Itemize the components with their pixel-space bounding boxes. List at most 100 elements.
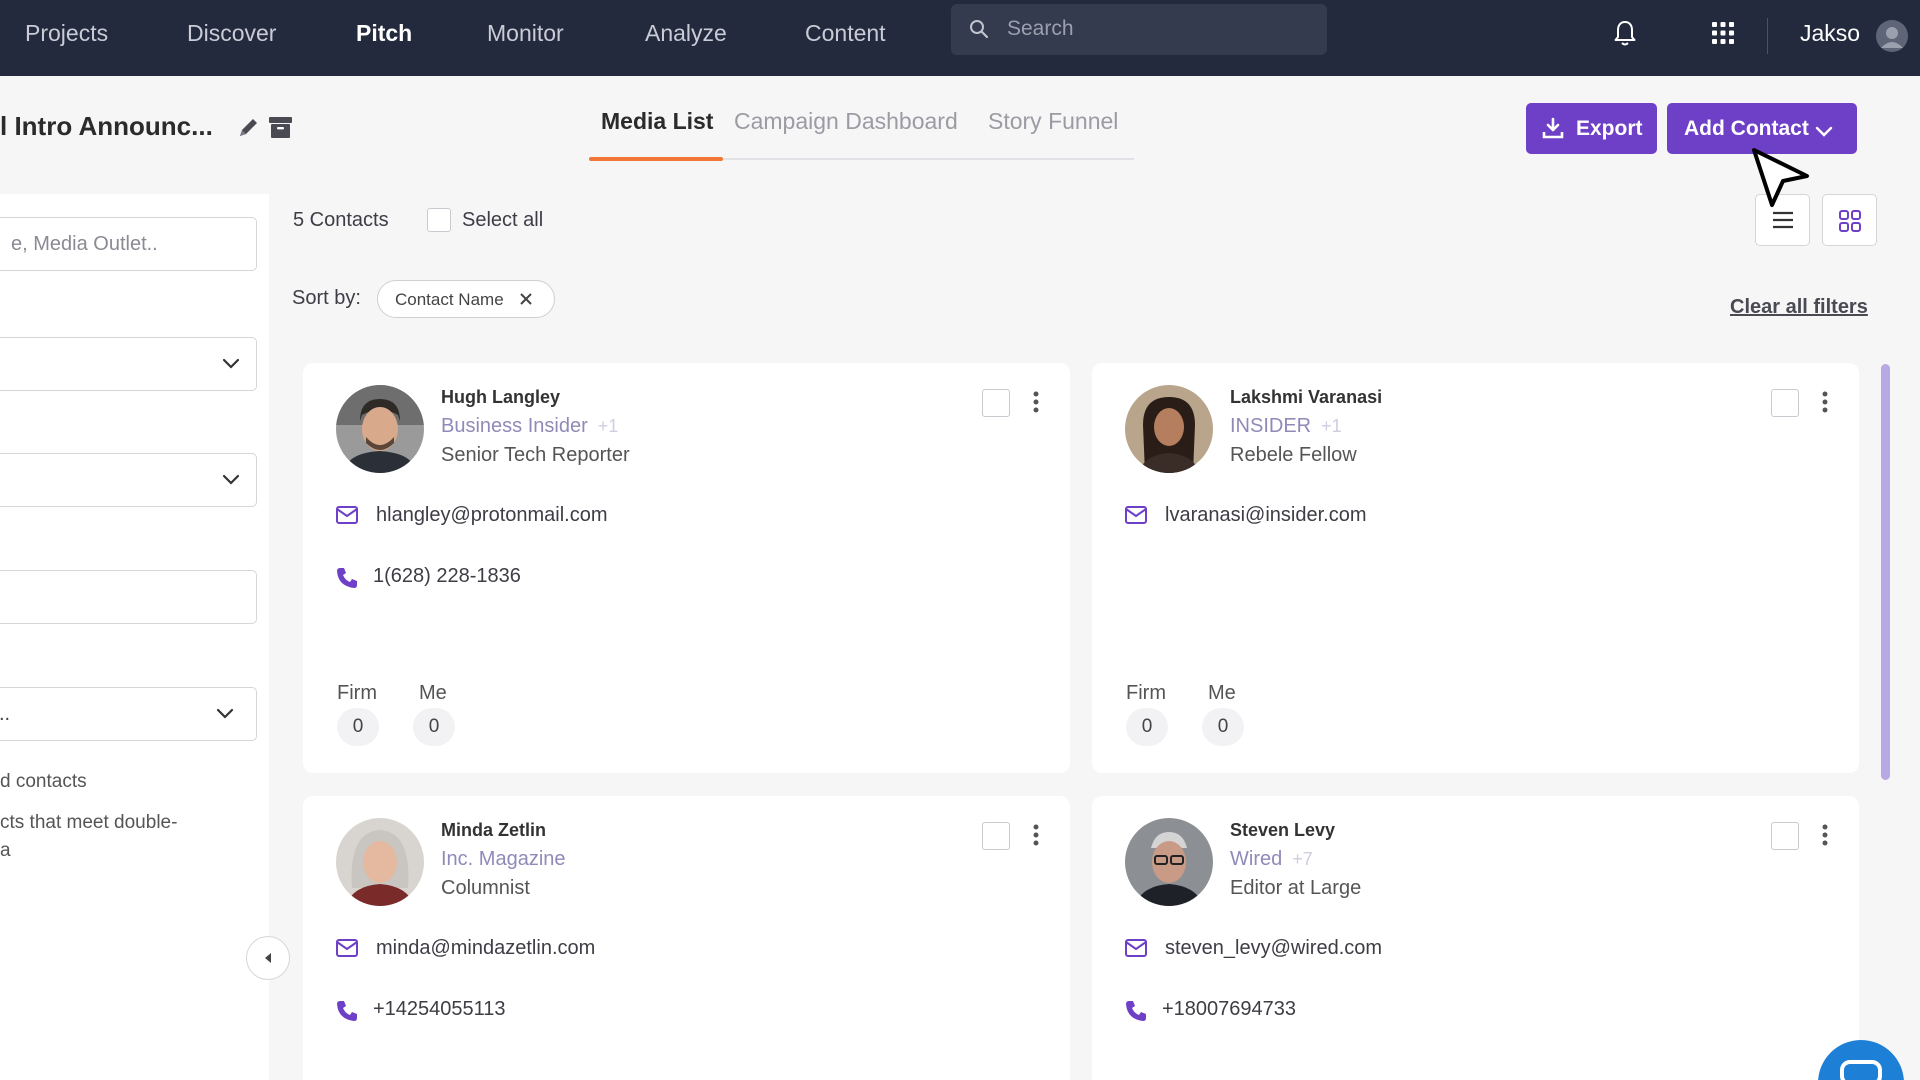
pencil-icon[interactable] [237,115,261,144]
email-icon [336,506,358,530]
me-count: 0 [413,708,455,746]
contact-email[interactable]: lvaranasi@insider.com [1165,504,1367,527]
filter-text-field[interactable] [0,570,257,624]
download-icon [1542,117,1564,145]
grid-view-button[interactable] [1822,194,1877,246]
phone-icon [1125,1000,1147,1028]
chevron-down-icon [216,707,234,725]
nav-pitch[interactable]: Pitch [356,18,412,48]
me-count: 0 [1202,708,1244,746]
filter-dropdown-1[interactable] [0,337,257,391]
more-options-icon[interactable] [1822,824,1828,851]
firm-label: Firm [337,682,377,705]
user-icon [1876,20,1908,52]
nav-analyze[interactable]: Analyze [645,18,727,48]
more-options-icon[interactable] [1033,391,1039,418]
filter-option-text: d contacts [0,771,87,793]
outlet-name: Wired [1230,848,1282,870]
nav-monitor[interactable]: Monitor [487,18,564,48]
tab-campaign-dashboard[interactable]: Campaign Dashboard [734,108,958,135]
contact-name[interactable]: Lakshmi Varanasi [1230,387,1382,408]
tab-media-list[interactable]: Media List [601,108,713,135]
outlet-extra-count: +7 [1292,849,1313,869]
contact-name[interactable]: Steven Levy [1230,820,1335,841]
firm-label: Firm [1126,682,1166,705]
contact-email[interactable]: minda@mindazetlin.com [376,937,595,960]
search-input[interactable] [1007,14,1307,44]
contact-outlet[interactable]: Inc. Magazine [441,848,566,871]
contact-card[interactable]: Steven Levy Wired +7 Editor at Large stev… [1092,796,1859,1080]
firm-count: 0 [1126,708,1168,746]
global-search[interactable] [951,4,1327,55]
contact-checkbox[interactable] [1771,822,1799,850]
contact-photo [336,818,424,906]
filter-description-line1: cts that meet double- [0,812,177,834]
email-icon [336,939,358,963]
select-all-checkbox[interactable] [427,208,451,232]
close-icon[interactable] [519,292,533,311]
filter-search-placeholder: e, Media Outlet.. [11,233,158,256]
nav-content[interactable]: Content [805,18,886,48]
filter-dropdown-2[interactable] [0,453,257,507]
nav-discover[interactable]: Discover [187,18,276,48]
filter-dropdown-3[interactable]: .. [0,687,257,741]
contact-card[interactable]: Lakshmi Varanasi INSIDER+1 Rebele Fellow… [1092,363,1859,773]
tab-story-funnel[interactable]: Story Funnel [988,108,1118,135]
contact-role: Columnist [441,877,530,900]
contact-role: Editor at Large [1230,877,1361,900]
contact-email[interactable]: hlangley@protonmail.com [376,504,608,527]
contact-photo [336,385,424,473]
contact-photo [1125,385,1213,473]
contact-outlet[interactable]: Business Insider+1 [441,415,618,438]
filter-search-field[interactable]: e, Media Outlet.. [0,217,257,271]
bell-icon[interactable] [1613,19,1637,52]
grid-view-icon [1839,210,1861,237]
top-nav: Projects Discover Pitch Monitor Analyze … [0,0,1920,76]
search-icon [969,19,989,44]
archive-icon[interactable] [269,117,292,143]
caret-left-icon [262,951,274,968]
contact-checkbox[interactable] [1771,389,1799,417]
add-contact-label: Add Contact [1684,117,1809,141]
scrollbar[interactable] [1881,364,1890,780]
campaign-title: l Intro Announc... [0,111,213,142]
contact-checkbox[interactable] [982,822,1010,850]
mouse-cursor [1750,147,1812,216]
sort-chip[interactable]: Contact Name [377,280,555,318]
apps-grid-icon[interactable] [1711,21,1735,50]
sort-chip-label: Contact Name [395,290,504,310]
campaign-tabs: Media List Campaign Dashboard Story Funn… [589,98,1134,160]
more-options-icon[interactable] [1033,824,1039,851]
collapse-panel-button[interactable] [246,936,290,980]
contact-name[interactable]: Minda Zetlin [441,820,546,841]
contact-photo [1125,818,1213,906]
contact-outlet[interactable]: INSIDER+1 [1230,415,1342,438]
export-button[interactable]: Export [1526,103,1657,154]
outlet-name: Business Insider [441,415,588,437]
contact-card[interactable]: Hugh Langley Business Insider+1 Senior T… [303,363,1070,773]
outlet-name: INSIDER [1230,415,1311,437]
chevron-down-icon [1815,120,1833,144]
select-all-label[interactable]: Select all [462,209,543,232]
avatar[interactable] [1876,20,1908,52]
phone-icon [336,1000,358,1028]
user-name[interactable]: Jakso [1800,20,1860,47]
contact-phone[interactable]: 1(628) 228-1836 [373,565,521,588]
nav-projects[interactable]: Projects [25,18,108,48]
email-icon [1125,506,1147,530]
chat-icon [1818,1040,1904,1080]
email-icon [1125,939,1147,963]
contact-role: Senior Tech Reporter [441,444,630,467]
contact-phone[interactable]: +18007694733 [1162,998,1296,1021]
contact-outlet[interactable]: Wired +7 [1230,848,1313,871]
contact-phone[interactable]: +14254055113 [373,998,506,1021]
clear-filters-link[interactable]: Clear all filters [1730,296,1868,319]
contact-checkbox[interactable] [982,389,1010,417]
chat-widget-button[interactable] [1818,1040,1904,1080]
more-options-icon[interactable] [1822,391,1828,418]
contact-email[interactable]: steven_levy@wired.com [1165,937,1382,960]
contact-name[interactable]: Hugh Langley [441,387,560,408]
filter-dropdown-3-value: .. [0,703,10,726]
contact-card[interactable]: Minda Zetlin Inc. Magazine Columnist min… [303,796,1070,1080]
me-label: Me [419,682,447,705]
